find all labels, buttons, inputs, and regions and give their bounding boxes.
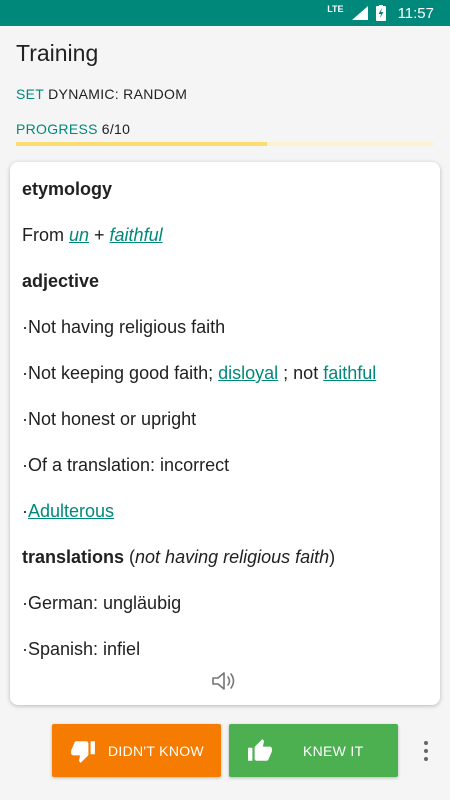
part-of-speech-heading: adjective: [22, 271, 100, 291]
translation-german: ·German: ungläubig: [22, 593, 182, 613]
knew-it-button[interactable]: KNEW IT: [229, 724, 398, 777]
link-faithful-2[interactable]: faithful: [323, 363, 376, 383]
progress-value: 6/10: [101, 120, 131, 137]
knew-it-label: KNEW IT: [303, 742, 364, 759]
thumbs-up-icon: [248, 738, 272, 761]
definition-5: ·Adulterous: [22, 501, 115, 521]
battery-charging-icon: [375, 5, 386, 21]
training-meta: SET DYNAMIC: RANDOM PROGRESS 6/10: [0, 85, 450, 137]
progress-row: PROGRESS 6/10: [16, 120, 434, 137]
set-row: SET DYNAMIC: RANDOM: [16, 85, 434, 102]
speaker-icon[interactable]: [211, 670, 237, 692]
set-label: SET: [16, 85, 45, 102]
link-un[interactable]: un: [69, 225, 89, 245]
etymology-heading: etymology: [22, 179, 113, 199]
definition-3: ·Not honest or upright: [22, 409, 197, 429]
app-bar: Training: [0, 26, 450, 67]
progress-bar: [16, 142, 434, 146]
thumbs-down-icon: [71, 740, 95, 763]
overflow-menu-icon[interactable]: [418, 738, 434, 764]
definition-card: etymology From un + faithful adjective ·…: [10, 162, 440, 705]
link-disloyal[interactable]: disloyal: [218, 363, 278, 383]
progress-label: PROGRESS: [16, 120, 98, 137]
page-title: Training: [16, 40, 99, 66]
etymology-text: From un + faithful: [22, 225, 163, 245]
progress-bar-fill: [16, 142, 267, 146]
didnt-know-button[interactable]: DIDN'T KNOW: [52, 724, 221, 777]
clock: 11:57: [397, 4, 434, 22]
status-bar: LTE 11:57: [0, 0, 450, 26]
signal-icon: [351, 6, 368, 20]
link-adulterous[interactable]: Adulterous: [28, 501, 114, 521]
network-type: LTE: [327, 4, 344, 14]
link-faithful[interactable]: faithful: [110, 225, 163, 245]
set-value: DYNAMIC: RANDOM: [48, 85, 188, 102]
definition-4: ·Of a translation: incorrect: [22, 455, 230, 475]
translations-heading: translations (not having religious faith…: [22, 547, 336, 567]
definition-2: ·Not keeping good faith; disloyal ; not …: [22, 363, 377, 383]
definition-1: ·Not having religious faith: [22, 317, 226, 337]
didnt-know-label: DIDN'T KNOW: [108, 742, 204, 759]
